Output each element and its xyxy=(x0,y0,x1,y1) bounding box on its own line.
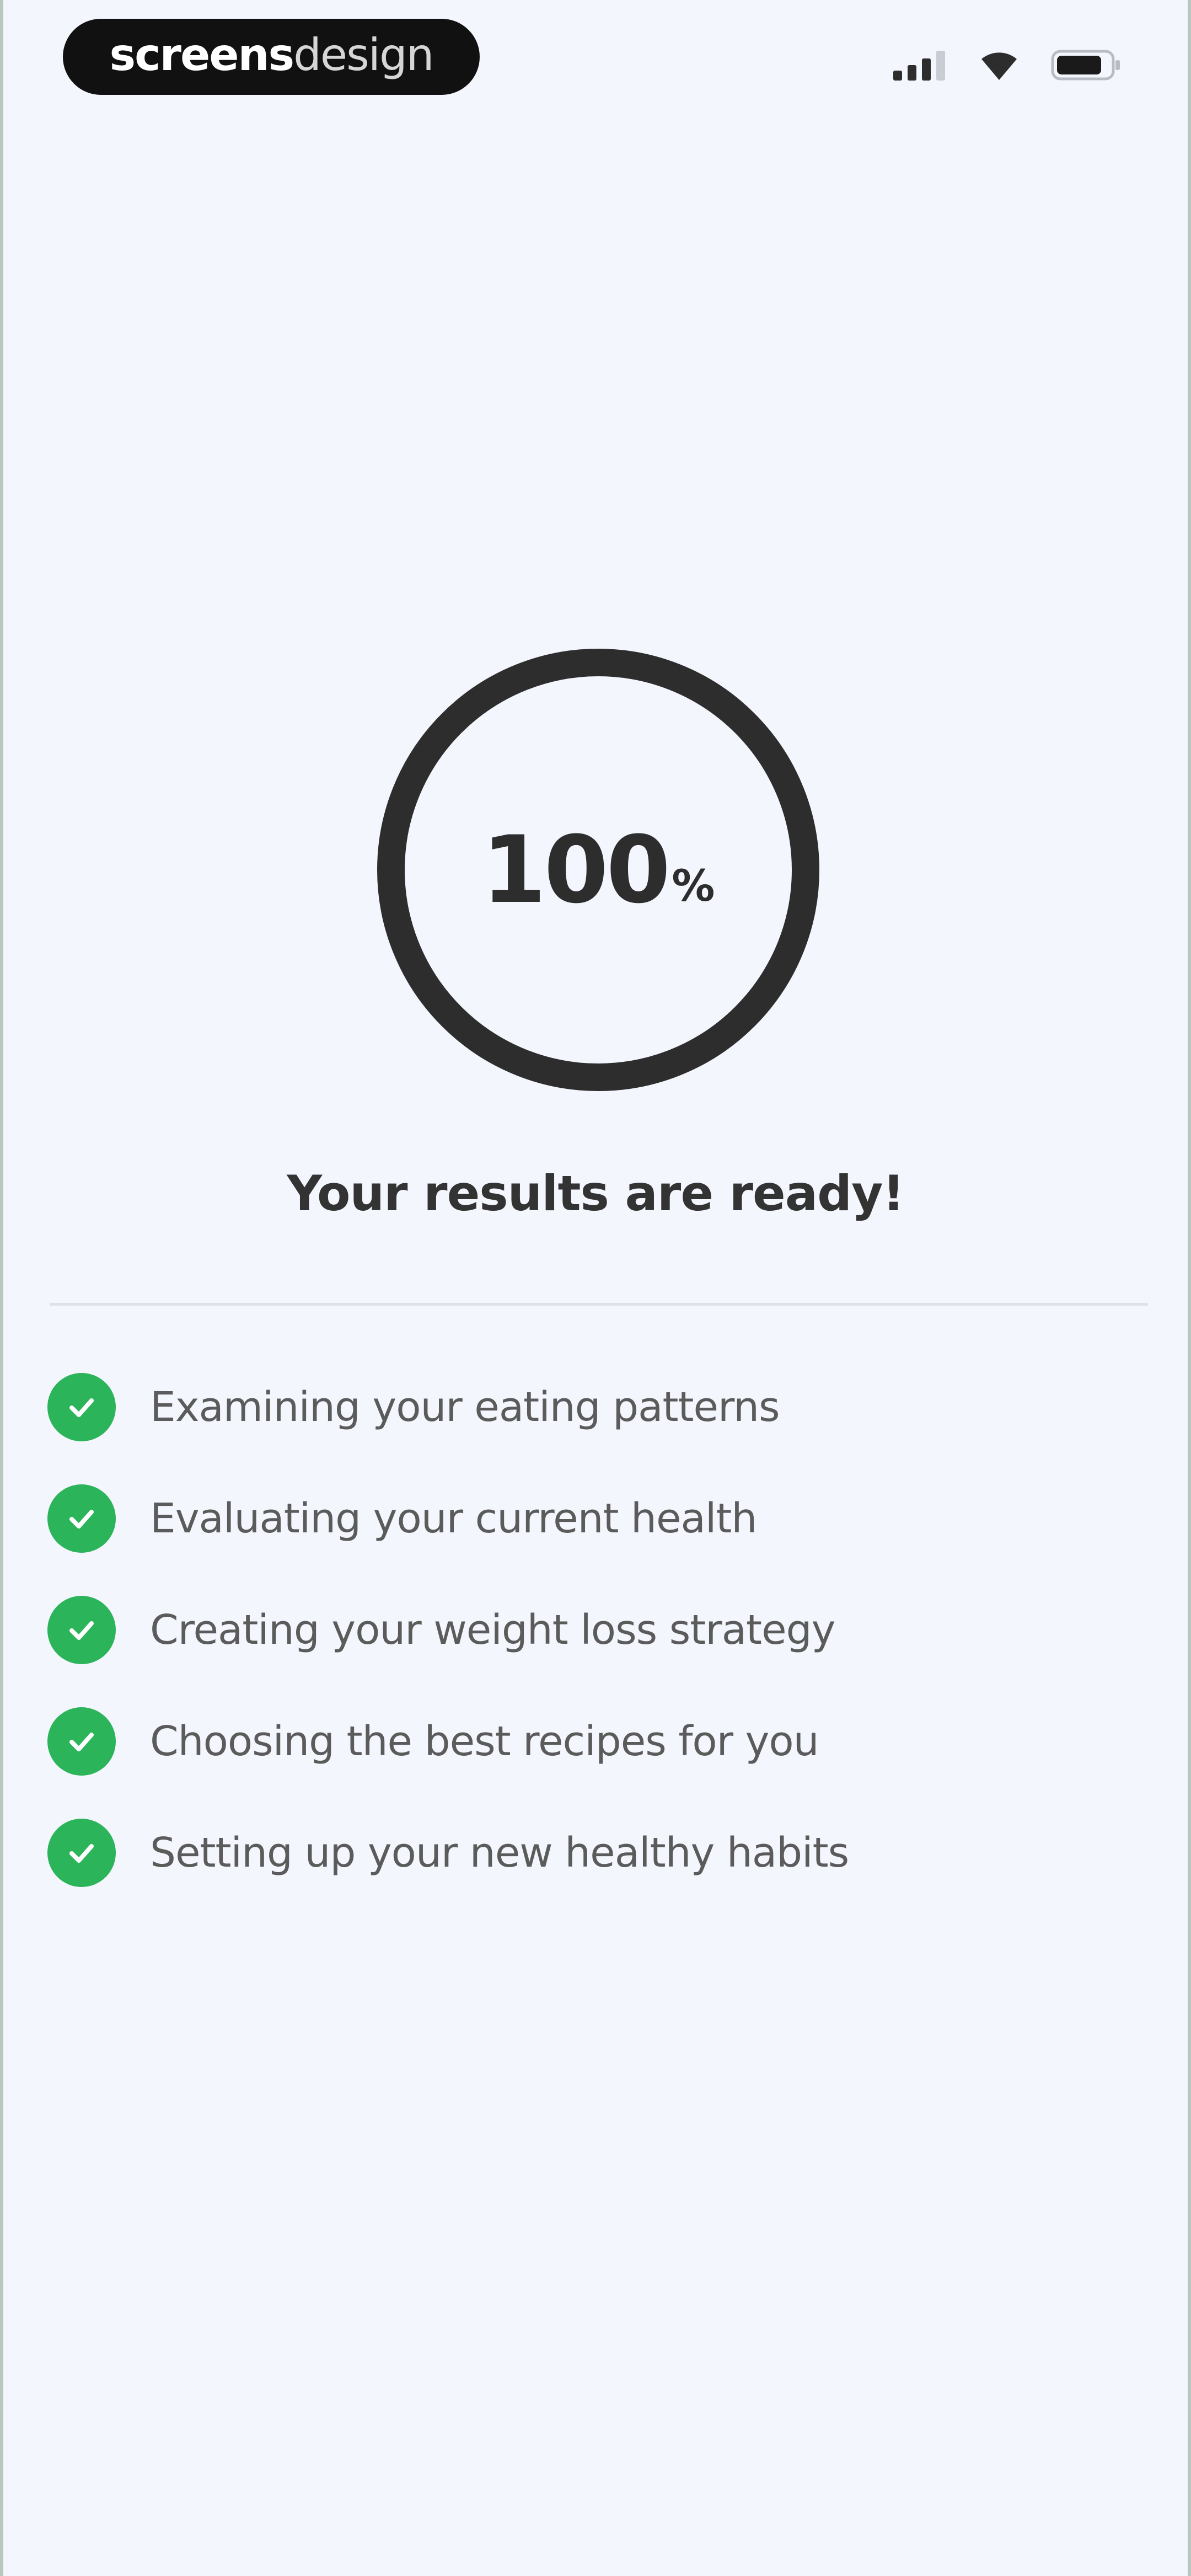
divider xyxy=(50,1303,1148,1306)
step-label: Choosing the best recipes for you xyxy=(150,1718,819,1765)
progress-ring: 100 % xyxy=(373,644,824,1095)
list-item: Setting up your new healthy habits xyxy=(47,1819,849,1887)
results-title: Your results are ready! xyxy=(287,1165,904,1222)
progress-label: 100 % xyxy=(373,644,824,1095)
list-item: Evaluating your current health xyxy=(47,1484,849,1553)
step-label: Creating your weight loss strategy xyxy=(150,1606,835,1654)
brand-wordmark-strong: screens xyxy=(109,29,295,81)
wifi-icon xyxy=(978,49,1020,81)
progress-value: 100 xyxy=(481,816,671,924)
check-circle-icon xyxy=(47,1596,116,1664)
brand-logo: screensdesign xyxy=(63,19,480,95)
brand-wordmark-light: design xyxy=(293,29,434,81)
results-screen: screensdesign 100 % Your results are rea… xyxy=(0,0,1191,2576)
cellular-signal-icon xyxy=(892,49,947,82)
step-label: Setting up your new healthy habits xyxy=(150,1829,849,1877)
list-item: Examining your eating patterns xyxy=(47,1373,849,1441)
step-label: Evaluating your current health xyxy=(150,1495,757,1542)
steps-list: Examining your eating patterns Evaluatin… xyxy=(47,1373,849,1931)
check-circle-icon xyxy=(47,1484,116,1553)
battery-icon xyxy=(1051,49,1122,82)
status-bar: screensdesign xyxy=(3,0,1188,116)
brand-wordmark: screensdesign xyxy=(110,33,434,77)
list-item: Creating your weight loss strategy xyxy=(47,1596,849,1664)
check-circle-icon xyxy=(47,1373,116,1441)
progress-unit: % xyxy=(672,862,715,911)
status-icons xyxy=(892,49,1122,82)
check-circle-icon xyxy=(47,1707,116,1776)
step-label: Examining your eating patterns xyxy=(150,1383,780,1431)
check-circle-icon xyxy=(47,1819,116,1887)
list-item: Choosing the best recipes for you xyxy=(47,1707,849,1776)
